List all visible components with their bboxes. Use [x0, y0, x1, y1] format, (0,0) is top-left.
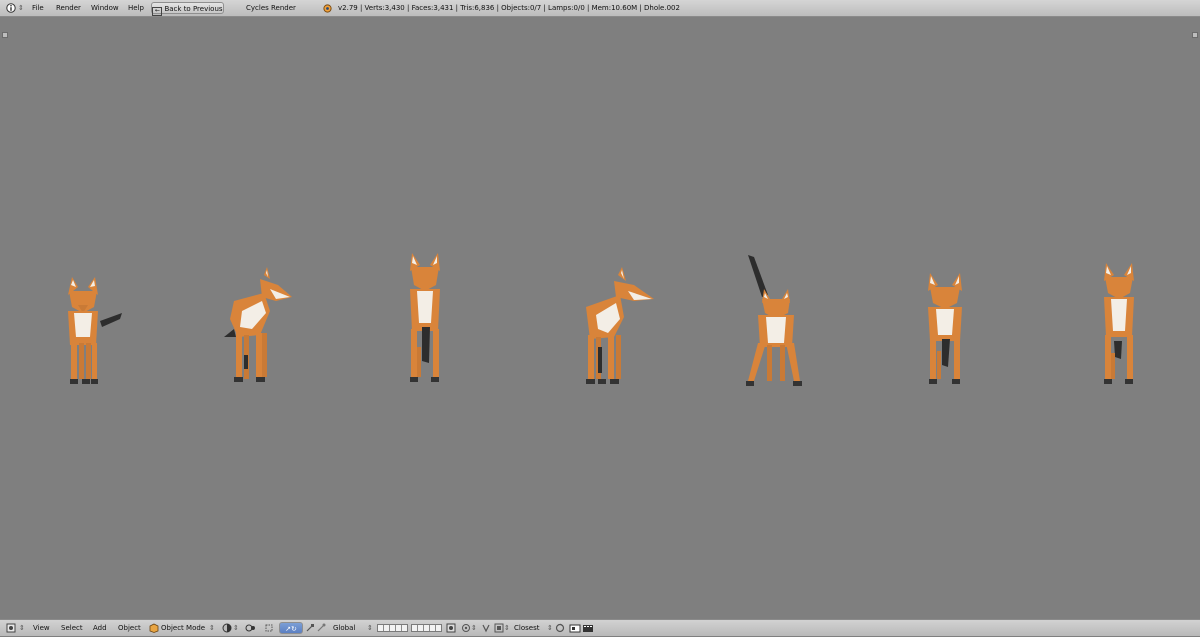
snap-target-arrows-icon[interactable]: ⇕ — [547, 620, 553, 637]
scene-statistics: v2.79 | Verts:3,430 | Faces:3,431 | Tris… — [338, 4, 680, 12]
pivot-point-icon[interactable] — [245, 623, 255, 633]
dhole-model-2[interactable] — [220, 267, 300, 387]
proportional-arrows-icon[interactable]: ⇕ — [471, 620, 477, 637]
shading-arrows-icon[interactable]: ⇕ — [233, 620, 239, 637]
render-preview-icon[interactable] — [569, 623, 581, 633]
menu-add[interactable]: Add — [93, 620, 107, 637]
manipulator-toggle-icon[interactable] — [264, 623, 274, 633]
editor-type-arrows-icon[interactable]: ⇕ — [18, 0, 24, 17]
dhole-model-4[interactable] — [580, 267, 660, 387]
editor-type-arrows-icon[interactable]: ⇕ — [19, 620, 25, 637]
scale-manipulator-icon[interactable] — [305, 623, 315, 633]
object-mode-selector[interactable]: Object Mode — [161, 620, 205, 637]
rotate-manipulator-icon[interactable]: ↻ — [291, 625, 297, 633]
render-engine-selector[interactable]: Cycles Render — [246, 0, 296, 17]
scene-layers-group-2[interactable] — [411, 624, 442, 632]
manipulator-extra-icon[interactable] — [316, 623, 326, 633]
region-toggle-left-icon[interactable] — [2, 32, 8, 38]
menu-view[interactable]: View — [33, 620, 50, 637]
dhole-model-7[interactable] — [1096, 261, 1142, 387]
menu-object[interactable]: Object — [118, 620, 141, 637]
snap-rotation-icon[interactable] — [555, 623, 565, 633]
3d-viewport[interactable] — [0, 17, 1200, 619]
transform-manipulator-group[interactable]: ↗↻ — [279, 622, 303, 634]
menu-file[interactable]: File — [32, 0, 44, 17]
render-animation-icon[interactable] — [582, 623, 593, 633]
mode-arrows-icon[interactable]: ⇕ — [209, 620, 215, 637]
menu-select[interactable]: Select — [61, 620, 83, 637]
snap-element-icon[interactable] — [494, 623, 504, 633]
dhole-model-5[interactable] — [738, 255, 808, 387]
snap-toggle-icon[interactable] — [481, 623, 491, 633]
dhole-model-1[interactable] — [58, 275, 128, 387]
layer-lock-icon[interactable] — [446, 623, 456, 633]
snap-element-arrows-icon[interactable]: ⇕ — [504, 620, 510, 637]
menu-help[interactable]: Help — [128, 0, 144, 17]
object-mode-cube-icon — [149, 623, 159, 633]
viewport-shading-icon[interactable] — [222, 623, 232, 633]
scene-layers-group-1[interactable] — [377, 624, 408, 632]
blender-logo-icon — [322, 3, 332, 13]
view3d-editor-icon[interactable] — [6, 623, 16, 633]
info-header: ⇕ File Render Window Help ← Back to Previ… — [0, 0, 1200, 17]
menu-window[interactable]: Window — [91, 0, 119, 17]
proportional-editing-icon[interactable] — [461, 623, 471, 633]
menu-render[interactable]: Render — [56, 0, 81, 17]
dhole-model-6[interactable] — [920, 271, 970, 387]
back-to-previous-label: Back to Previous — [164, 5, 223, 13]
region-toggle-right-icon[interactable] — [1192, 32, 1198, 38]
transform-orientation-selector[interactable]: Global — [333, 620, 355, 637]
3d-view-header: ⇕ View Select Add Object Object Mode ⇕ ⇕… — [0, 619, 1200, 636]
orientation-arrows-icon[interactable]: ⇕ — [367, 620, 373, 637]
snap-target-selector[interactable]: Closest — [514, 620, 539, 637]
dhole-model-3[interactable] — [400, 251, 450, 387]
back-to-previous-button[interactable]: ← Back to Previous — [151, 2, 224, 16]
back-arrow-icon: ← — [152, 7, 163, 16]
editor-type-icon[interactable] — [6, 3, 16, 13]
